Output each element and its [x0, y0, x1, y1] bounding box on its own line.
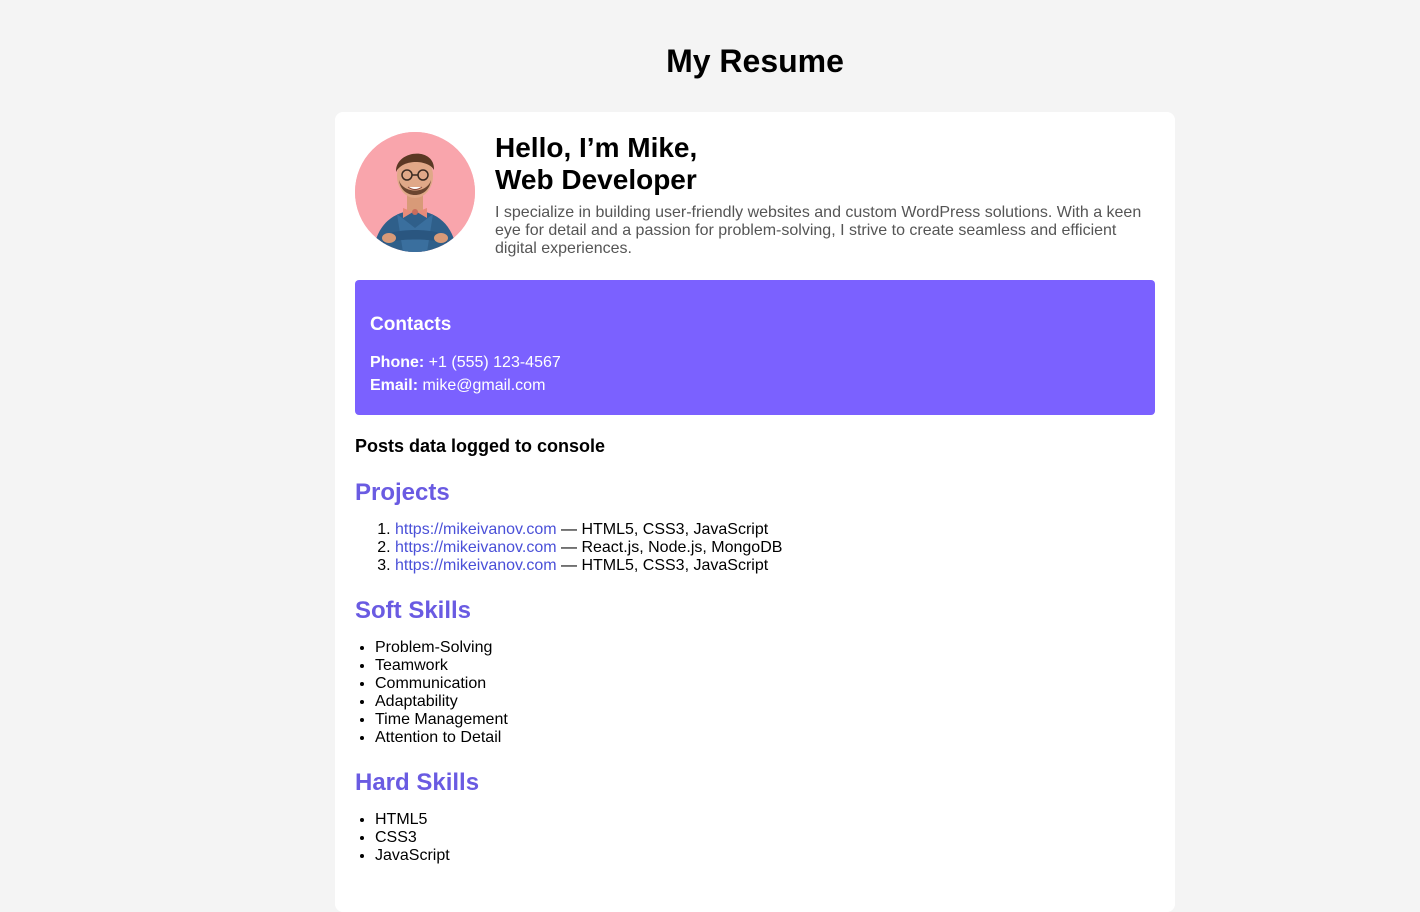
email-label: Email: — [370, 377, 419, 394]
posts-note: Posts data logged to console — [355, 436, 606, 456]
list-item: Problem-Solving — [375, 639, 1155, 657]
list-item: Time Management — [375, 711, 1155, 729]
list-item: Adaptability — [375, 693, 1155, 711]
avatar-person-illustration — [355, 132, 475, 252]
project-stack: — HTML5, CSS3, JavaScript — [556, 557, 769, 574]
project-item: https://mikeivanov.com — HTML5, CSS3, Ja… — [395, 521, 1155, 539]
phone-value: +1 (555) 123-4567 — [428, 354, 561, 371]
project-link[interactable]: https://mikeivanov.com — [395, 539, 557, 556]
project-link[interactable]: https://mikeivanov.com — [395, 521, 557, 538]
intro-description: I specialize in building user-friendly w… — [495, 204, 1142, 257]
resume-card: Hello, I’m Mike, Web Developer I special… — [335, 112, 1175, 912]
project-item: https://mikeivanov.com — HTML5, CSS3, Ja… — [395, 557, 1155, 575]
project-stack: — React.js, Node.js, MongoDB — [556, 539, 783, 556]
greeting: Hello, I’m Mike, — [495, 132, 698, 163]
avatar — [355, 132, 475, 252]
contacts-list: Phone: +1 (555) 123-4567 Email: mike@gma… — [370, 351, 1140, 397]
soft-skills-title: Soft Skills — [355, 597, 472, 624]
project-stack: — HTML5, CSS3, JavaScript — [556, 521, 769, 538]
intro-text: Hello, I’m Mike, Web Developer I special… — [495, 132, 1155, 258]
job-title: Web Developer — [495, 164, 697, 195]
list-item: CSS3 — [375, 829, 1155, 847]
projects-list: https://mikeivanov.com — HTML5, CSS3, Ja… — [355, 521, 1155, 575]
project-link[interactable]: https://mikeivanov.com — [395, 557, 557, 574]
intro-heading: Hello, I’m Mike, Web Developer — [495, 132, 1155, 196]
list-item: Communication — [375, 675, 1155, 693]
list-item: HTML5 — [375, 811, 1155, 829]
page-title: My Resume — [666, 43, 844, 79]
list-item: Attention to Detail — [375, 729, 1155, 747]
phone-label: Phone: — [370, 354, 425, 371]
contacts-box: Contacts Phone: +1 (555) 123-4567 Email:… — [355, 280, 1155, 415]
project-item: https://mikeivanov.com — React.js, Node.… — [395, 539, 1155, 557]
email-value: mike@gmail.com — [422, 377, 546, 394]
email-line: Email: mike@gmail.com — [370, 374, 1140, 397]
hard-skills-list: HTML5 CSS3 JavaScript — [355, 811, 1155, 865]
hard-skills-title: Hard Skills — [355, 769, 480, 796]
projects-title: Projects — [355, 479, 450, 506]
contacts-title: Contacts — [370, 314, 452, 335]
intro-section: Hello, I’m Mike, Web Developer I special… — [355, 132, 1155, 258]
list-item: Teamwork — [375, 657, 1155, 675]
soft-skills-list: Problem-Solving Teamwork Communication A… — [355, 639, 1155, 747]
phone-line: Phone: +1 (555) 123-4567 — [370, 351, 1140, 374]
list-item: JavaScript — [375, 847, 1155, 865]
